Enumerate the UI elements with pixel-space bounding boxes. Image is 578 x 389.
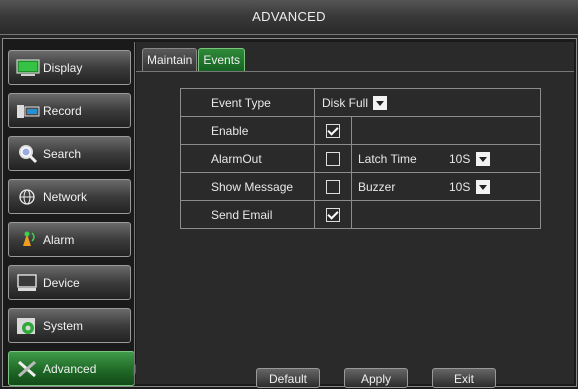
dvr-advanced-window: ADVANCED Display Record Search Network A… <box>0 0 578 388</box>
apply-button[interactable]: Apply <box>344 368 408 388</box>
send-email-row: Send Email <box>180 200 541 229</box>
action-buttons: Default Apply Exit <box>256 368 520 388</box>
send-email-cell <box>314 200 352 229</box>
event-type-cell: Disk Full <box>314 88 541 117</box>
event-type-value: Disk Full <box>322 95 369 110</box>
tools-icon <box>16 359 40 379</box>
tab-bar: Maintain Events <box>142 48 246 72</box>
tab-underline <box>136 71 574 72</box>
show-message-label: Show Message <box>180 172 315 201</box>
events-table: Event Type Disk Full Enable AlarmOut Lat… <box>180 88 541 229</box>
monitor-icon <box>16 58 40 78</box>
show-message-cell <box>314 172 352 201</box>
buzzer-select[interactable]: 10S <box>446 179 490 195</box>
sidebar-item-advanced[interactable]: Advanced <box>8 351 140 386</box>
sidebar-item-label: Alarm <box>43 232 75 247</box>
chevron-down-icon[interactable] <box>476 151 490 166</box>
magnifier-icon <box>16 144 40 164</box>
latch-time-cell: Latch Time 10S <box>351 144 541 173</box>
sidebar-item-label: System <box>43 318 84 333</box>
event-type-select[interactable]: Disk Full <box>319 95 388 111</box>
window-title: ADVANCED <box>0 0 578 35</box>
sidebar-item-record[interactable]: Record <box>8 93 131 128</box>
show-message-row: Show Message Buzzer 10S <box>180 172 541 201</box>
sidebar-item-device[interactable]: Device <box>8 265 131 300</box>
device-icon <box>16 273 40 293</box>
sidebar-item-label: Network <box>43 189 88 204</box>
send-email-checkbox[interactable] <box>326 207 340 222</box>
sidebar-item-network[interactable]: Network <box>8 179 131 214</box>
buzzer-value: 10S <box>449 179 471 194</box>
gear-icon <box>16 316 40 336</box>
content-panel: Maintain Events Event Type Disk Full Ena… <box>136 42 574 388</box>
sidebar-item-label: Search <box>43 146 82 161</box>
sidebar: Display Record Search Network Alarm Devi… <box>6 42 140 386</box>
latch-time-select[interactable]: 10S <box>446 151 490 167</box>
event-type-label: Event Type <box>180 88 315 117</box>
alarm-out-row: AlarmOut Latch Time 10S <box>180 144 541 173</box>
enable-checkbox[interactable] <box>326 123 340 138</box>
divider <box>134 42 135 384</box>
sidebar-item-alarm[interactable]: Alarm <box>8 222 131 257</box>
tab-events[interactable]: Events <box>198 48 246 71</box>
globe-icon <box>16 187 40 207</box>
sidebar-item-label: Record <box>43 103 82 118</box>
record-icon <box>16 101 40 121</box>
tab-maintain[interactable]: Maintain <box>142 48 198 71</box>
enable-cell <box>314 116 352 145</box>
chevron-down-icon[interactable] <box>373 95 388 110</box>
exit-button[interactable]: Exit <box>432 368 496 388</box>
empty-cell <box>351 116 541 145</box>
sidebar-item-label: Advanced <box>43 361 97 376</box>
alarm-out-checkbox[interactable] <box>326 151 340 166</box>
send-email-label: Send Email <box>180 200 315 229</box>
alarm-out-label: AlarmOut <box>180 144 315 173</box>
buzzer-label: Buzzer <box>358 179 396 194</box>
sidebar-item-label: Display <box>43 60 83 75</box>
alarm-icon <box>16 230 40 250</box>
sidebar-item-display[interactable]: Display <box>8 50 131 85</box>
sidebar-item-system[interactable]: System <box>8 308 131 343</box>
enable-label: Enable <box>180 116 315 145</box>
show-message-checkbox[interactable] <box>326 179 340 194</box>
empty-cell <box>351 200 541 229</box>
buzzer-cell: Buzzer 10S <box>351 172 541 201</box>
sidebar-item-search[interactable]: Search <box>8 136 131 171</box>
default-button[interactable]: Default <box>256 368 320 388</box>
latch-time-value: 10S <box>449 151 471 166</box>
latch-time-label: Latch Time <box>358 151 417 166</box>
enable-row: Enable <box>180 116 541 145</box>
event-type-row: Event Type Disk Full <box>180 88 541 117</box>
chevron-down-icon[interactable] <box>476 179 490 194</box>
sidebar-item-label: Device <box>43 275 80 290</box>
alarm-out-cell <box>314 144 352 173</box>
